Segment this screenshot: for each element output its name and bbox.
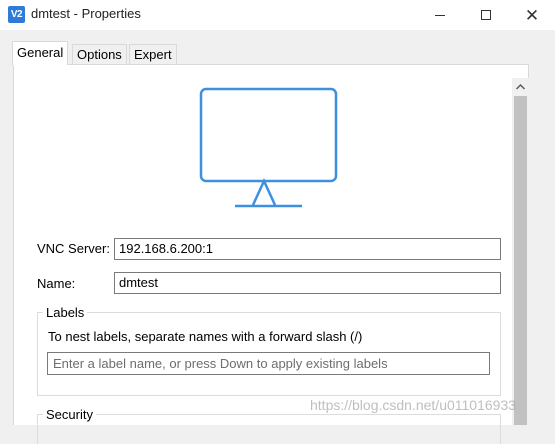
security-group-caption: Security xyxy=(43,407,96,422)
tab-options[interactable]: Options xyxy=(72,44,127,64)
labels-hint: To nest labels, separate names with a fo… xyxy=(48,329,363,344)
vnc-app-icon: V2 xyxy=(8,6,25,23)
maximize-icon xyxy=(481,10,491,20)
close-icon: ✕ xyxy=(524,5,540,25)
window-title: dmtest - Properties xyxy=(31,6,141,21)
minimize-icon xyxy=(435,14,445,16)
label-input[interactable]: Enter a label name, or press Down to app… xyxy=(47,352,490,375)
vnc-server-label: VNC Server: xyxy=(37,241,110,256)
vertical-scrollbar[interactable] xyxy=(512,78,529,425)
scroll-up-button[interactable] xyxy=(512,78,529,95)
watermark: https://blog.csdn.net/u011016933 xyxy=(310,397,517,413)
tab-expert[interactable]: Expert xyxy=(129,44,177,64)
vnc-server-input[interactable]: 192.168.6.200:1 xyxy=(114,238,501,260)
chevron-up-icon xyxy=(516,83,525,89)
monitor-icon xyxy=(199,87,338,208)
tab-general[interactable]: General xyxy=(12,41,69,65)
name-input[interactable]: dmtest xyxy=(114,272,501,294)
labels-group-caption: Labels xyxy=(43,305,88,320)
security-group xyxy=(37,414,501,444)
title-bar: V2 dmtest - Properties ✕ xyxy=(0,0,555,30)
scroll-thumb[interactable] xyxy=(514,96,527,425)
close-button[interactable]: ✕ xyxy=(509,0,555,30)
maximize-button[interactable] xyxy=(463,0,509,30)
name-label: Name: xyxy=(37,276,76,291)
minimize-button[interactable] xyxy=(417,0,463,30)
